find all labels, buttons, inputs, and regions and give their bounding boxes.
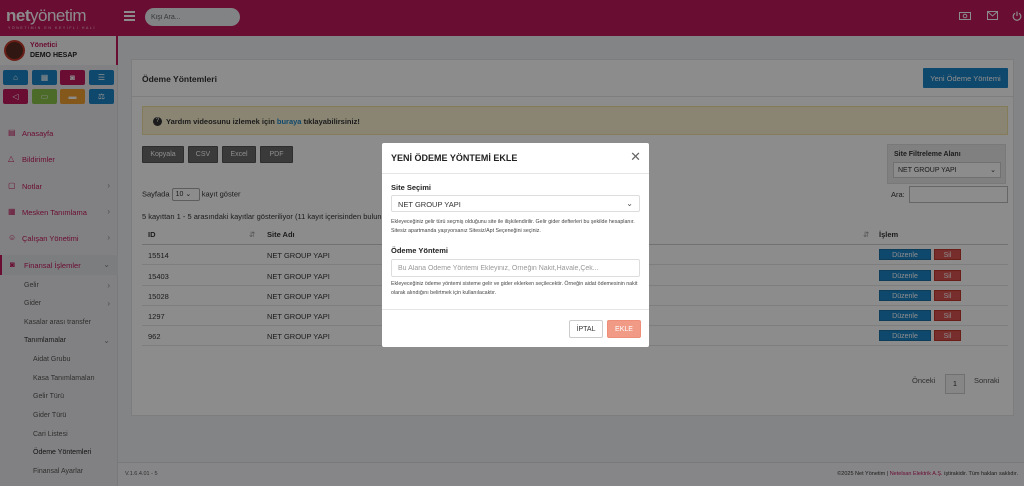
site-selection-help: Ekleyeceğiniz gelir türü seçmiş olduğunu… [391, 219, 635, 234]
add-button[interactable]: EKLE [607, 320, 641, 338]
close-icon[interactable]: ✕ [630, 150, 641, 163]
site-selection-select[interactable]: NET GROUP YAPI ⌄ [391, 195, 640, 212]
modal-header-divider [382, 173, 649, 174]
chevron-down-icon: ⌄ [626, 199, 633, 208]
modal-footer-divider [382, 309, 649, 310]
payment-method-input[interactable] [391, 259, 640, 277]
add-payment-method-modal: YENİ ÖDEME YÖNTEMİ EKLE ✕ Site Seçimi NE… [382, 143, 649, 347]
cancel-button[interactable]: İPTAL [569, 320, 603, 338]
payment-method-help: Ekleyeceğiniz ödeme yöntemi sisteme geli… [391, 281, 638, 296]
site-selection-label: Site Seçimi [391, 183, 432, 192]
modal-title: YENİ ÖDEME YÖNTEMİ EKLE [391, 153, 518, 163]
payment-method-label: Ödeme Yöntemi [391, 246, 448, 255]
